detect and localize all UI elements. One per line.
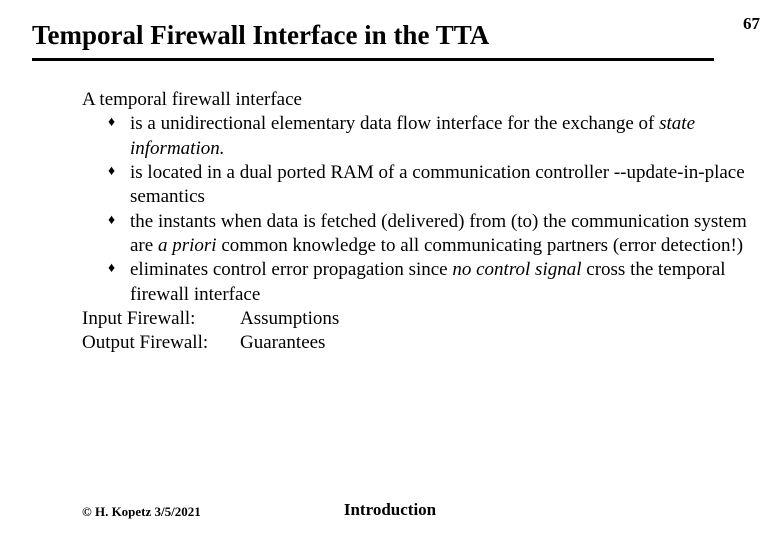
- post-row: Input Firewall: Assumptions: [82, 307, 748, 331]
- footer-section: Introduction: [0, 500, 780, 520]
- list-item: is a unidirectional elementary data flow…: [108, 112, 748, 161]
- post-value: Guarantees: [240, 331, 325, 355]
- list-item: is located in a dual ported RAM of a com…: [108, 161, 748, 210]
- intro-line: A temporal firewall interface: [82, 88, 748, 112]
- slide-content: A temporal firewall interface is a unidi…: [82, 88, 748, 355]
- list-item: the instants when data is fetched (deliv…: [108, 210, 748, 259]
- list-item: eliminates control error propagation sin…: [108, 258, 748, 307]
- post-label: Input Firewall:: [82, 307, 240, 331]
- slide-title: Temporal Firewall Interface in the TTA: [32, 20, 489, 51]
- bullet-text-pre: eliminates control error propagation sin…: [130, 259, 452, 280]
- page-number: 67: [743, 14, 760, 34]
- bullet-text-em: a priori: [158, 235, 217, 256]
- post-lines: Input Firewall: Assumptions Output Firew…: [82, 307, 748, 356]
- bullet-text-post: common knowledge to all communicating pa…: [217, 235, 744, 256]
- post-label: Output Firewall:: [82, 331, 240, 355]
- bullet-list: is a unidirectional elementary data flow…: [82, 112, 748, 307]
- title-underline: [32, 58, 714, 61]
- bullet-text-pre: is located in a dual ported RAM of a com…: [130, 162, 745, 207]
- bullet-text-pre: is a unidirectional elementary data flow…: [130, 113, 659, 134]
- bullet-text-em: no control signal: [452, 259, 581, 280]
- post-row: Output Firewall: Guarantees: [82, 331, 748, 355]
- post-value: Assumptions: [240, 307, 339, 331]
